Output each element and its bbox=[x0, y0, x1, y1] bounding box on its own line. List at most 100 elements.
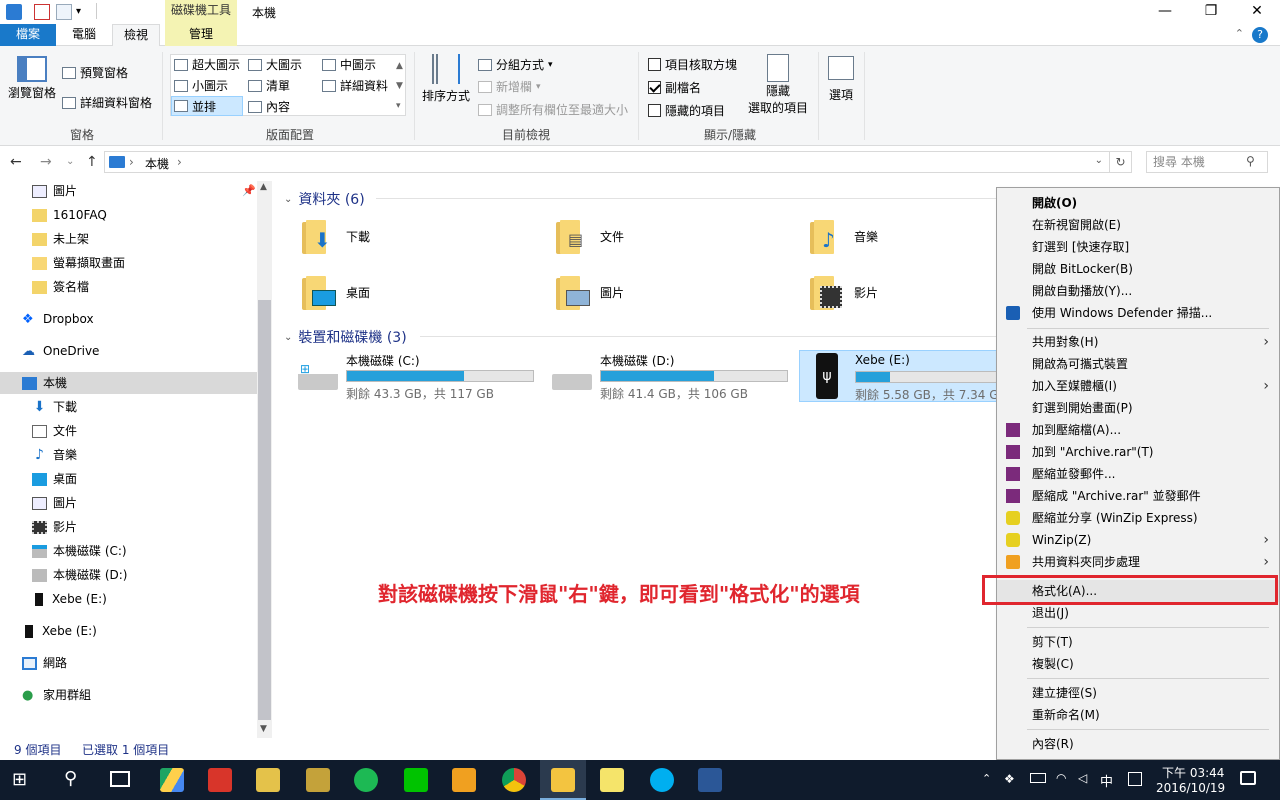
spotify-icon[interactable] bbox=[354, 768, 378, 792]
line-icon[interactable] bbox=[404, 768, 428, 792]
nav-item-signatures[interactable]: 簽名檔 bbox=[32, 276, 89, 298]
hide-selected-button[interactable]: 隱藏 選取的項目 bbox=[748, 54, 808, 116]
hidden-items-checkbox[interactable] bbox=[648, 104, 661, 117]
scroll-down-icon[interactable]: ▼ bbox=[260, 724, 267, 734]
recent-dropdown-icon[interactable]: ⌄ bbox=[66, 156, 74, 167]
menu-item-include-library[interactable]: 加入至媒體櫃(I) › bbox=[997, 375, 1279, 397]
new-folder-icon[interactable] bbox=[56, 4, 72, 20]
nav-item-drive-c[interactable]: 本機磁碟 (C:) bbox=[32, 540, 127, 562]
layout-small[interactable]: 小圖示 bbox=[174, 77, 228, 94]
collapse-ribbon-icon[interactable]: ⌃ bbox=[1235, 27, 1244, 40]
battery-icon[interactable] bbox=[1030, 773, 1046, 783]
add-column-button[interactable]: 新增欄 ▾ bbox=[478, 78, 541, 95]
menu-item-compress-rar-email[interactable]: 壓縮成 "Archive.rar" 並發郵件 bbox=[997, 485, 1279, 507]
group-by-button[interactable]: 分組方式 ▾ bbox=[478, 56, 553, 73]
keyboard-icon[interactable] bbox=[1128, 772, 1142, 786]
maximize-button[interactable]: ❐ bbox=[1188, 0, 1234, 24]
item-checkboxes-toggle[interactable]: 項目核取方塊 bbox=[648, 56, 737, 73]
refresh-icon[interactable]: ↻ bbox=[1110, 151, 1132, 173]
menu-item-copy[interactable]: 複製(C) bbox=[997, 653, 1279, 675]
tab-file[interactable]: 檔案 bbox=[0, 24, 56, 46]
folders-section-header[interactable]: ⌄ 資料夾 (6) bbox=[284, 189, 365, 209]
notes-app-icon[interactable] bbox=[256, 768, 280, 792]
menu-item-autoplay[interactable]: 開啟自動播放(Y)... bbox=[997, 280, 1279, 302]
folder-downloads[interactable]: ⬇ 下載 bbox=[300, 218, 370, 254]
volume-icon[interactable]: ◁ bbox=[1078, 771, 1087, 785]
forward-icon[interactable]: → bbox=[40, 154, 52, 170]
nav-item-xebe[interactable]: Xebe (E:) bbox=[22, 620, 97, 642]
menu-item-open-new-window[interactable]: 在新視窗開啟(E) bbox=[997, 214, 1279, 236]
tray-expand-icon[interactable]: ⌃ bbox=[982, 772, 991, 785]
windows-start-icon[interactable]: ⊞ bbox=[12, 770, 27, 790]
options-button[interactable]: 選項 bbox=[828, 56, 854, 103]
clock-time[interactable]: 下午 03:44 bbox=[1162, 764, 1224, 781]
nav-item-music[interactable]: ♪ 音樂 bbox=[32, 444, 77, 466]
computer-icon[interactable] bbox=[6, 4, 22, 20]
drive-e[interactable]: ψ Xebe (E:) 剩餘 5.58 GB，共 7.34 GB bbox=[799, 350, 997, 402]
preview-pane-button[interactable]: 預覽窗格 bbox=[62, 64, 128, 81]
layout-large[interactable]: 大圖示 bbox=[248, 56, 302, 73]
extensions-toggle[interactable]: 副檔名 bbox=[648, 79, 701, 96]
layout-medium[interactable]: 中圖示 bbox=[322, 56, 376, 73]
nav-item-1610faq[interactable]: 1610FAQ bbox=[32, 204, 107, 226]
menu-item-eject[interactable]: 退出(J) bbox=[997, 602, 1279, 624]
details-pane-button[interactable]: 詳細資料窗格 bbox=[62, 94, 152, 111]
app-icon[interactable] bbox=[452, 768, 476, 792]
stock-app-icon[interactable] bbox=[208, 768, 232, 792]
menu-item-add-archive[interactable]: 加到壓縮檔(A)... bbox=[997, 419, 1279, 441]
menu-item-bitlocker[interactable]: 開啟 BitLocker(B) bbox=[997, 258, 1279, 280]
drive-c[interactable]: ⊞ 本機磁碟 (C:) 剩餘 43.3 GB，共 117 GB bbox=[296, 350, 541, 402]
menu-item-add-archive-rar[interactable]: 加到 "Archive.rar"(T) bbox=[997, 441, 1279, 463]
menu-item-cut[interactable]: 剪下(T) bbox=[997, 631, 1279, 653]
properties-icon[interactable] bbox=[34, 4, 50, 20]
menu-item-winzip[interactable]: WinZip(Z) › bbox=[997, 529, 1279, 551]
folder-pictures[interactable]: 圖片 bbox=[554, 274, 624, 310]
layout-tiles[interactable]: 並排 bbox=[171, 96, 243, 116]
nav-item-videos[interactable]: 影片 bbox=[32, 516, 77, 538]
address-dropdown-icon[interactable]: ⌄ bbox=[1095, 155, 1103, 166]
search-icon[interactable]: ⚲ bbox=[64, 768, 77, 789]
folder-music[interactable]: ♪ 音樂 bbox=[808, 218, 878, 254]
help-icon[interactable]: ? bbox=[1252, 27, 1268, 43]
tab-computer[interactable]: 電腦 bbox=[58, 24, 110, 46]
layout-list[interactable]: 清單 bbox=[248, 77, 290, 94]
folder-videos[interactable]: 影片 bbox=[808, 274, 878, 310]
layout-content[interactable]: 內容 bbox=[248, 98, 290, 115]
nav-item-screenshots[interactable]: 螢幕擷取畫面 bbox=[32, 252, 125, 274]
qat-dropdown-icon[interactable]: ▾ bbox=[76, 4, 92, 20]
nav-item-downloads[interactable]: ⬇ 下載 bbox=[32, 396, 77, 418]
clock-date[interactable]: 2016/10/19 bbox=[1156, 781, 1225, 795]
drive-d[interactable]: 本機磁碟 (D:) 剩餘 41.4 GB，共 106 GB bbox=[550, 350, 795, 402]
nav-item-unlisted[interactable]: 未上架 bbox=[32, 228, 89, 250]
notifications-icon[interactable] bbox=[1240, 771, 1256, 785]
task-view-icon[interactable] bbox=[110, 771, 130, 787]
close-button[interactable]: ✕ bbox=[1234, 0, 1280, 24]
nav-item-drive-d[interactable]: 本機磁碟 (D:) bbox=[32, 564, 127, 586]
dropbox-tray-icon[interactable]: ❖ bbox=[1004, 772, 1015, 786]
tab-manage[interactable]: 管理 bbox=[165, 24, 237, 46]
up-icon[interactable]: ↑ bbox=[86, 154, 98, 170]
ime-indicator[interactable]: 中 bbox=[1100, 771, 1113, 790]
hidden-items-toggle[interactable]: 隱藏的項目 bbox=[648, 102, 725, 119]
menu-item-winzip-express[interactable]: 壓縮並分享 (WinZip Express) bbox=[997, 507, 1279, 529]
menu-item-pin-quick-access[interactable]: 釘選到 [快速存取] bbox=[997, 236, 1279, 258]
menu-item-defender-scan[interactable]: 使用 Windows Defender 掃描... bbox=[997, 302, 1279, 324]
menu-item-pin-start[interactable]: 釘選到開始畫面(P) bbox=[997, 397, 1279, 419]
back-icon[interactable]: ← bbox=[10, 154, 22, 170]
menu-item-properties[interactable]: 內容(R) bbox=[997, 733, 1279, 755]
chrome-icon[interactable] bbox=[502, 768, 526, 792]
nav-item-documents[interactable]: 文件 bbox=[32, 420, 77, 442]
layout-extra-large[interactable]: 超大圖示 bbox=[174, 56, 240, 73]
search-icon[interactable]: ⚲ bbox=[1246, 154, 1255, 168]
file-explorer-icon[interactable] bbox=[551, 768, 575, 792]
money-app-icon[interactable] bbox=[306, 768, 330, 792]
pin-icon[interactable]: 📌 bbox=[242, 184, 256, 197]
nav-item-onedrive[interactable]: ☁ OneDrive bbox=[22, 340, 99, 362]
address-bar[interactable]: › 本機 › ⌄ bbox=[104, 151, 1110, 173]
nav-pane-button[interactable]: 瀏覽窗格 bbox=[8, 56, 56, 101]
nav-item-drive-e[interactable]: Xebe (E:) bbox=[32, 588, 107, 610]
nav-item-network[interactable]: 網路 bbox=[22, 652, 67, 674]
folder-documents[interactable]: ▤ 文件 bbox=[554, 218, 624, 254]
layout-details[interactable]: 詳細資料 bbox=[322, 77, 388, 94]
menu-item-compress-email[interactable]: 壓縮並發郵件... bbox=[997, 463, 1279, 485]
